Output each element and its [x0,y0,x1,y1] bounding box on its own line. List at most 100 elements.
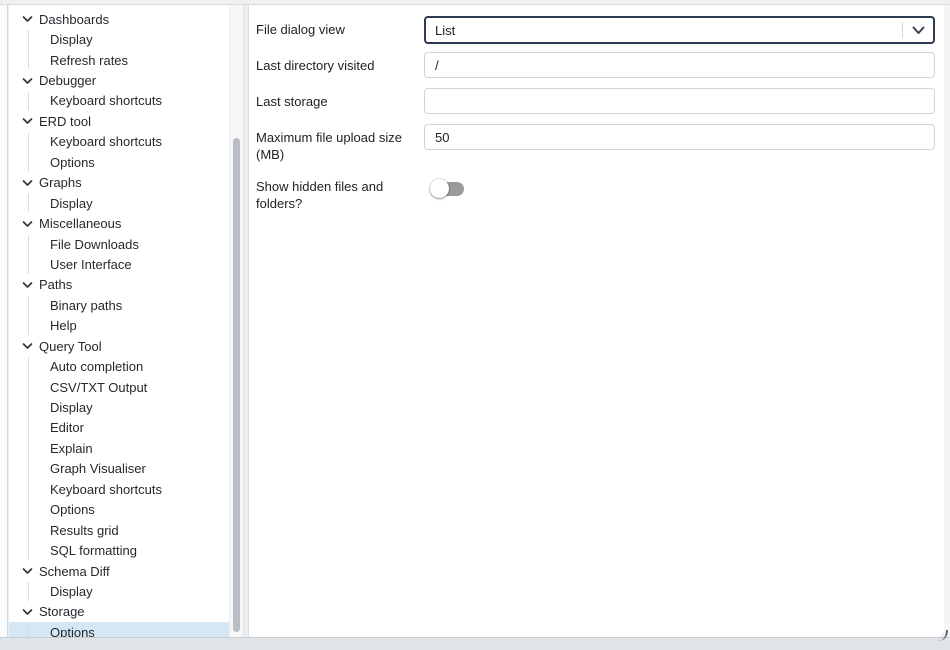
field-label-last-storage: Last storage [256,88,424,114]
last-directory-visited-input[interactable] [424,52,935,78]
field-label-show-hidden-files-and-folders: Show hidden files and folders? [256,173,424,212]
field-control [424,52,935,78]
preferences-form-panel: File dialog viewListLast directory visit… [248,5,944,637]
sidebar-group-dashboards[interactable]: Dashboards [9,9,243,29]
chevron-down-icon[interactable] [22,567,33,575]
sidebar-scrollbar[interactable] [229,5,243,637]
sidebar-group-erd-tool[interactable]: ERD tool [9,111,243,131]
sidebar-group-schema-diff[interactable]: Schema Diff [9,561,243,581]
sidebar-item-label: Refresh rates [50,53,128,68]
sidebar-group-label: Storage [39,604,85,619]
form-row-last-storage: Last storage [256,88,935,114]
toggle-knob[interactable] [430,179,449,198]
sidebar-group-label: ERD tool [39,114,91,129]
sidebar-item-query-tool-options[interactable]: Options [9,500,243,520]
sidebar-item-miscellaneous-user-interface[interactable]: User Interface [9,254,243,274]
chevron-down-icon[interactable] [22,281,33,289]
file-dialog-view-select[interactable]: List [424,16,935,44]
sidebar-item-query-tool-sql-formatting[interactable]: SQL formatting [9,540,243,560]
sidebar-item-label: Display [50,400,93,415]
sidebar-item-storage-options[interactable]: Options [9,622,243,637]
select-value: List [426,23,902,38]
sidebar-item-paths-help[interactable]: Help [9,316,243,336]
preferences-dialog: Dashboards Display Refresh rates Debugger Ke… [0,0,950,650]
chevron-down-icon[interactable] [22,342,33,350]
sidebar-group-label: Dashboards [39,12,109,27]
sidebar-item-schema-diff-display[interactable]: Display [9,581,243,601]
sidebar-item-erd-tool-options[interactable]: Options [9,152,243,172]
sidebar-item-label: Binary paths [50,298,122,313]
sidebar-group-children: Options [9,622,243,637]
sidebar-item-paths-binary-paths[interactable]: Binary paths [9,295,243,315]
sidebar-item-debugger-keyboard-shortcuts[interactable]: Keyboard shortcuts [9,91,243,111]
sidebar-item-query-tool-keyboard-shortcuts[interactable]: Keyboard shortcuts [9,479,243,499]
sidebar-group-label: Paths [39,277,72,292]
sidebar-item-miscellaneous-file-downloads[interactable]: File Downloads [9,234,243,254]
sidebar-item-query-tool-explain[interactable]: Explain [9,438,243,458]
last-storage-input[interactable] [424,88,935,114]
sidebar-group-children: File Downloads User Interface [9,234,243,275]
show-hidden-files-and-folders-toggle[interactable] [430,179,464,199]
sidebar-item-label: CSV/TXT Output [50,380,147,395]
sidebar-item-label: Options [50,502,95,517]
sidebar-item-label: Explain [50,441,93,456]
sidebar-item-query-tool-graph-visualiser[interactable]: Graph Visualiser [9,459,243,479]
sidebar-item-label: Auto completion [50,359,143,374]
sidebar-group-miscellaneous[interactable]: Miscellaneous [9,213,243,233]
form-row-last-directory-visited: Last directory visited [256,52,935,78]
sidebar-item-label: Help [50,318,77,333]
sidebar-item-label: Keyboard shortcuts [50,134,162,149]
sidebar-item-graphs-display[interactable]: Display [9,193,243,213]
sidebar-item-erd-tool-keyboard-shortcuts[interactable]: Keyboard shortcuts [9,132,243,152]
sidebar-item-label: Graph Visualiser [50,461,146,476]
chevron-down-icon[interactable] [22,179,33,187]
sidebar-group-children: Keyboard shortcuts Options [9,132,243,173]
sidebar-item-label: Editor [50,420,84,435]
sidebar-item-label: Display [50,584,93,599]
chevron-down-icon[interactable] [22,608,33,616]
sidebar-group-label: Query Tool [39,339,102,354]
sidebar-item-label: Options [50,155,95,170]
sidebar-group-storage[interactable]: Storage [9,602,243,622]
sidebar-group-children: Binary paths Help [9,295,243,336]
window-left-edge [0,5,8,637]
sidebar-item-query-tool-csv-txt-output[interactable]: CSV/TXT Output [9,377,243,397]
chevron-down-icon[interactable] [22,220,33,228]
sidebar-group-query-tool[interactable]: Query Tool [9,336,243,356]
form-row-file-dialog-view: File dialog viewList [256,16,935,44]
chevron-down-icon[interactable] [22,15,33,23]
sidebar-item-label: Display [50,196,93,211]
sidebar-item-query-tool-auto-completion[interactable]: Auto completion [9,356,243,376]
sidebar-item-query-tool-results-grid[interactable]: Results grid [9,520,243,540]
sidebar-item-dashboards-refresh-rates[interactable]: Refresh rates [9,50,243,70]
sidebar-item-label: Display [50,32,93,47]
sidebar-scrollbar-thumb[interactable] [233,138,240,632]
sidebar-group-debugger[interactable]: Debugger [9,70,243,90]
sidebar-item-label: User Interface [50,257,132,272]
sidebar-item-label: SQL formatting [50,543,137,558]
sidebar-item-label: Keyboard shortcuts [50,93,162,108]
field-label-file-dialog-view: File dialog view [256,16,424,44]
field-control [424,173,935,212]
sidebar-group-children: Display Refresh rates [9,29,243,70]
sidebar-item-label: File Downloads [50,237,139,252]
chevron-down-icon[interactable] [22,77,33,85]
preferences-tree: Dashboards Display Refresh rates Debugger Ke… [9,5,243,637]
sidebar-group-label: Schema Diff [39,564,110,579]
sidebar-group-children: Keyboard shortcuts [9,91,243,111]
sidebar-group-label: Miscellaneous [39,216,121,231]
sidebar-group-graphs[interactable]: Graphs [9,173,243,193]
sidebar-group-children: Display [9,193,243,213]
sidebar-item-query-tool-editor[interactable]: Editor [9,418,243,438]
sidebar-item-query-tool-display[interactable]: Display [9,397,243,417]
sidebar-group-paths[interactable]: Paths [9,275,243,295]
sidebar-item-dashboards-display[interactable]: Display [9,29,243,49]
chevron-down-icon[interactable] [903,26,933,35]
chevron-down-icon[interactable] [22,117,33,125]
field-label-last-directory-visited: Last directory visited [256,52,424,78]
sidebar-group-children: Auto completion CSV/TXT Output Display Edit… [9,356,243,560]
sidebar-item-label: Keyboard shortcuts [50,482,162,497]
sidebar-group-label: Debugger [39,73,96,88]
maximum-file-upload-size-mb-input[interactable] [424,124,935,150]
field-control [424,88,935,114]
